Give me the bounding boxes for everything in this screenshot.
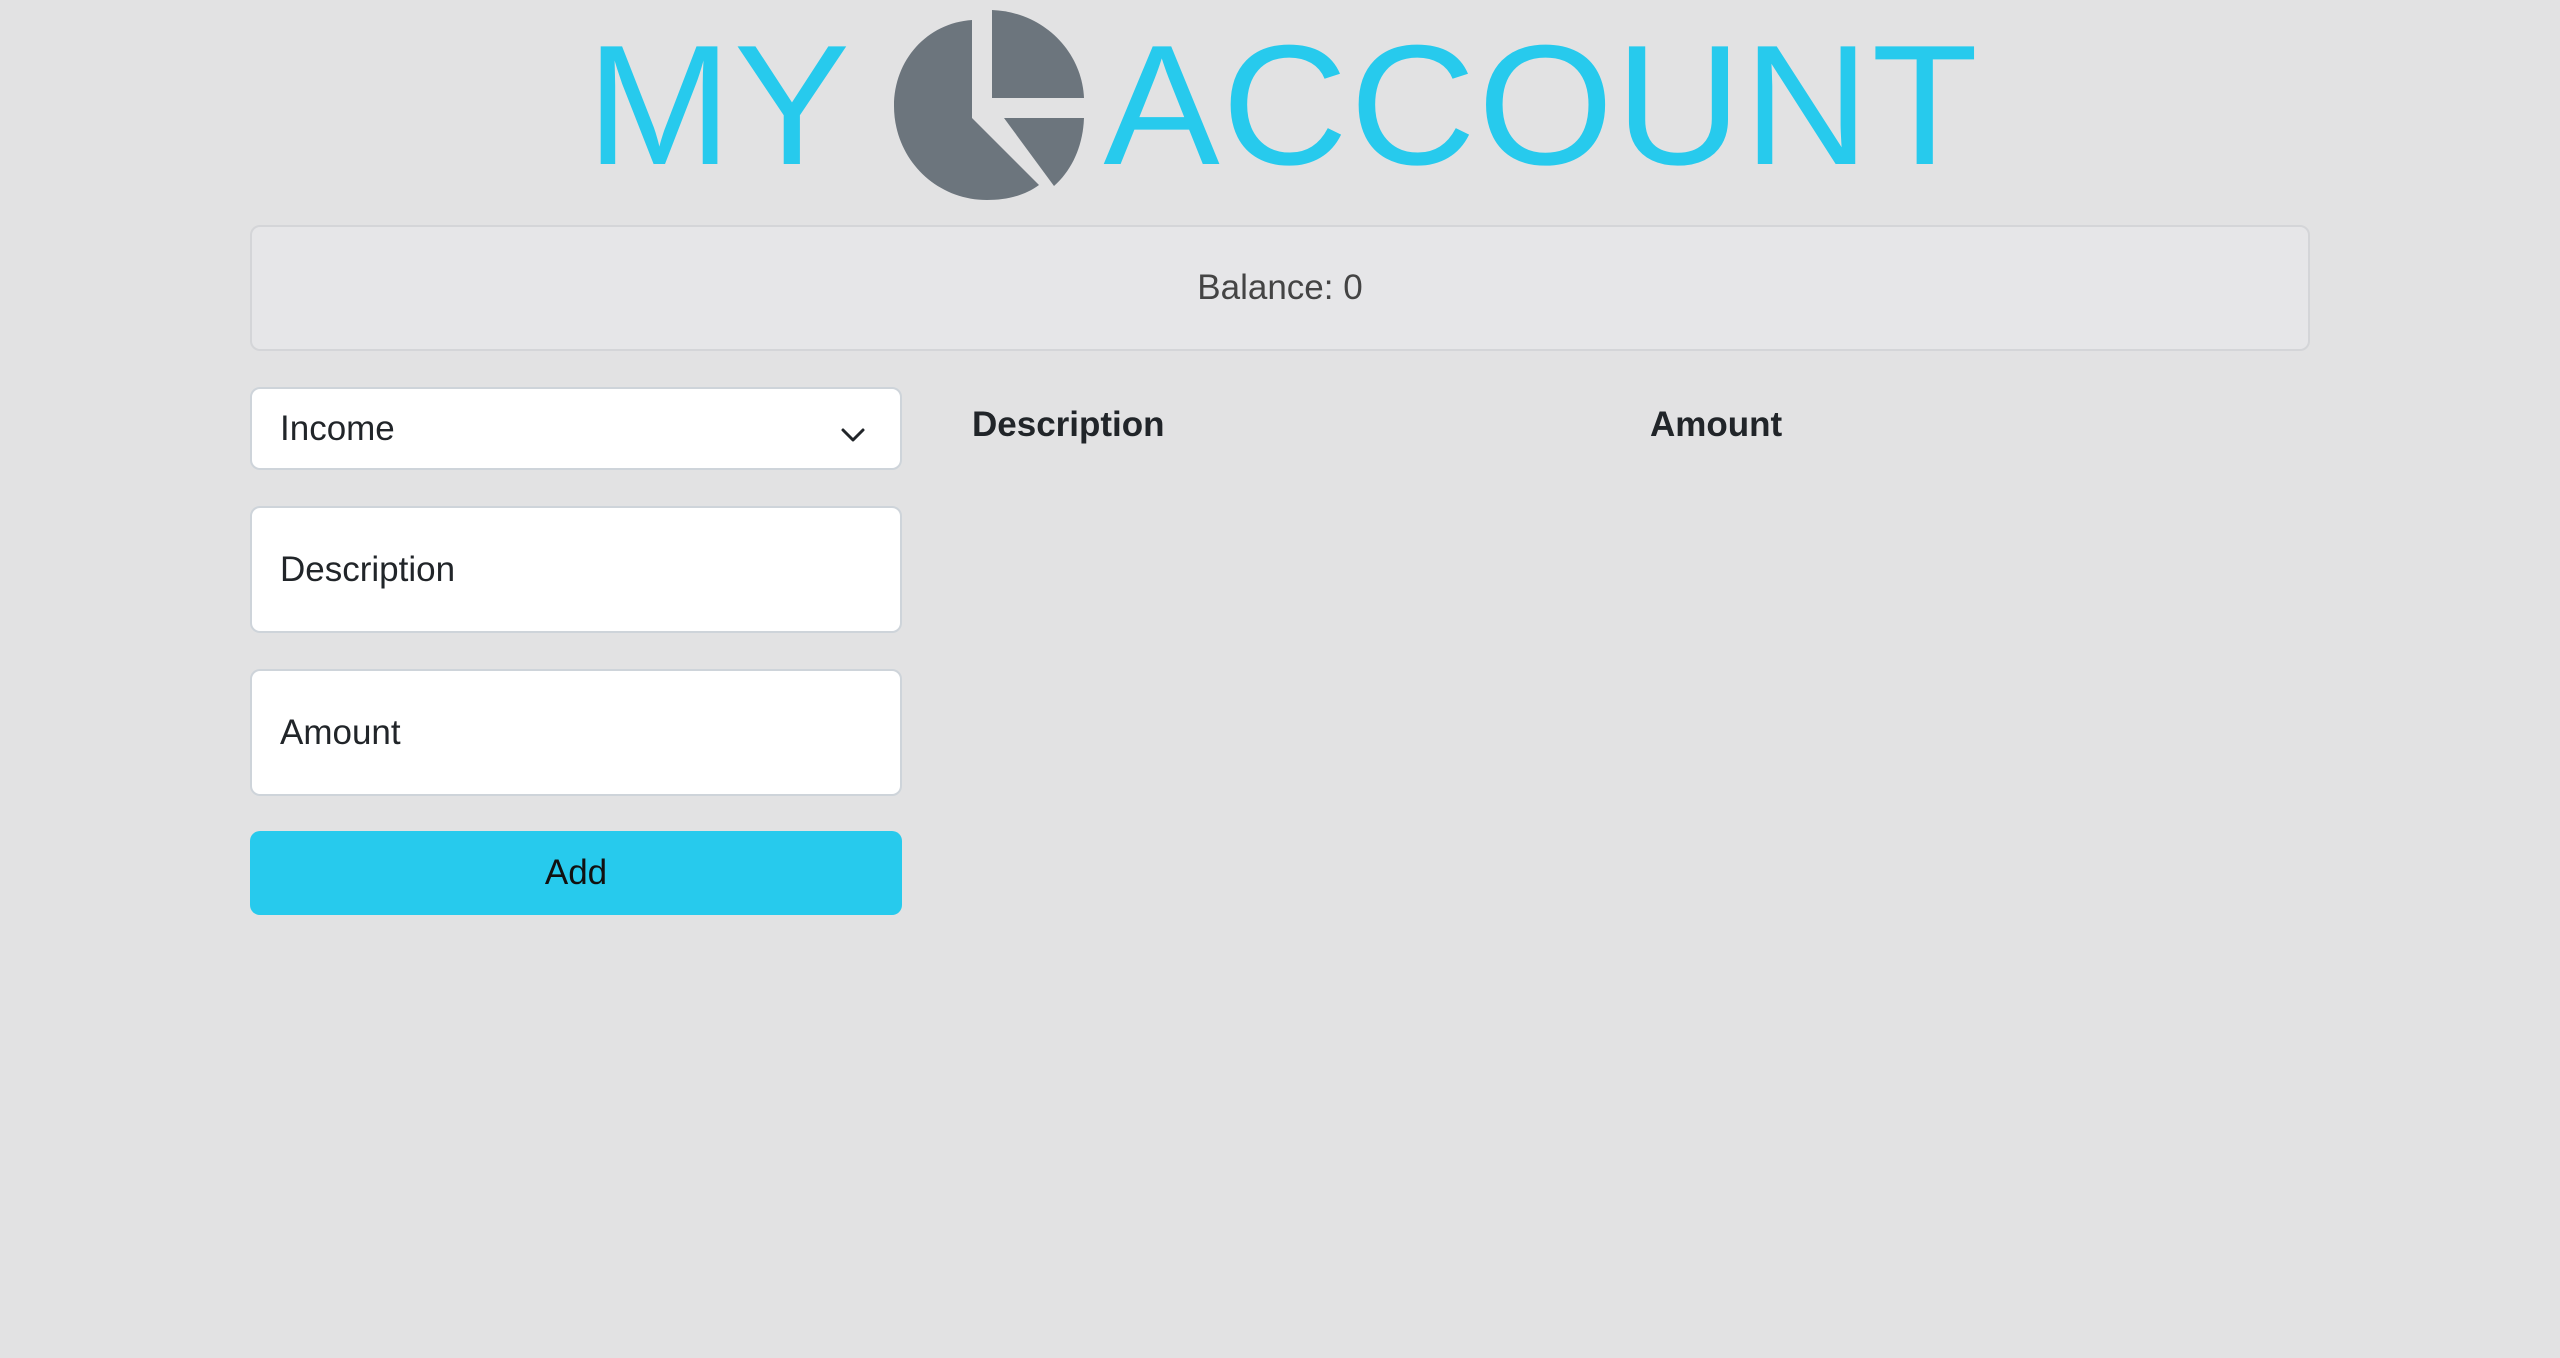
title-right: ACCOUNT [1102, 9, 1980, 201]
app-page: MY ACCOUNT Balance: 0 Income Description… [0, 0, 2560, 1358]
chevron-down-icon [840, 417, 866, 443]
transactions-table-header: Description Amount [972, 405, 2310, 455]
type-select-value: Income [280, 408, 395, 448]
pie-chart-icon [893, 10, 1084, 200]
column-header-amount: Amount [1650, 405, 1783, 444]
amount-input[interactable] [250, 669, 902, 796]
balance-card: Balance: 0 [250, 225, 2310, 351]
balance-value: 0 [1343, 268, 1363, 307]
description-input[interactable] [250, 506, 902, 633]
add-button[interactable]: Add [250, 831, 902, 915]
page-header: MY ACCOUNT [0, 0, 2560, 210]
type-select[interactable]: Income [250, 387, 902, 470]
column-header-description: Description [972, 405, 1165, 444]
title-left: MY [586, 9, 853, 201]
balance-label: Balance: [1197, 268, 1334, 307]
transaction-form: Income Add [250, 387, 902, 915]
